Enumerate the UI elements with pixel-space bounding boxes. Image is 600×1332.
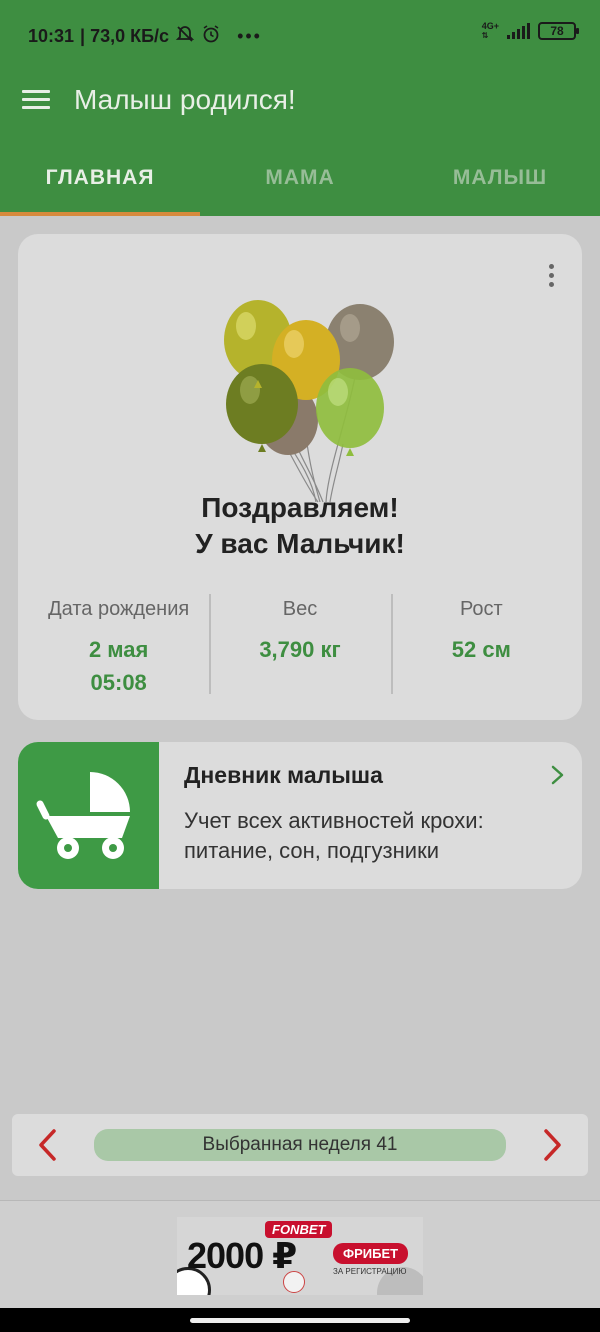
baby-stroller-icon — [36, 772, 130, 859]
network-type-icon: 4G+ ⇅ — [481, 21, 499, 41]
gender-announcement: У вас Мальчик! — [195, 528, 405, 559]
status-network-speed: | 73,0 КБ/с — [80, 26, 170, 46]
home-gesture-handle[interactable] — [190, 1318, 410, 1323]
tab-baby[interactable]: МАЛЫШ — [400, 132, 600, 216]
system-navigation-bar — [0, 1308, 600, 1332]
birth-time-value: 05:08 — [90, 670, 147, 695]
status-bar: 10:31 | 73,0 КБ/с ••• 4G+ ⇅ 78 — [0, 0, 600, 72]
chevron-right-icon[interactable] — [550, 764, 566, 786]
ad-freebet-badge: ФРИБЕТ — [333, 1243, 409, 1264]
diary-description: Учет всех активностей крохи: питание, со… — [184, 808, 484, 863]
baby-diary-card[interactable]: Дневник малыша Учет всех активностей кро… — [18, 742, 582, 889]
network-type-label: 4G+ — [481, 21, 499, 31]
more-options-icon[interactable] — [544, 264, 560, 290]
weight-value: 3,790 кг — [259, 637, 341, 662]
stat-height: Рост 52 см — [390, 594, 572, 696]
selected-week-label: Выбранная неделя 41 — [94, 1129, 506, 1161]
previous-week-arrow-icon[interactable] — [36, 1128, 60, 1162]
diary-title: Дневник малыша — [184, 762, 383, 788]
more-notifications-icon: ••• — [237, 26, 262, 46]
ad-amount: 2000 ₽ — [187, 1235, 297, 1276]
birth-stats: Дата рождения 2 мая 05:08 Вес 3,790 кг Р… — [28, 594, 572, 696]
status-left: 10:31 | 73,0 КБ/с ••• — [28, 24, 262, 49]
notifications-muted-icon — [175, 24, 195, 49]
stat-weight: Вес 3,790 кг — [209, 594, 390, 696]
tab-mom[interactable]: МАМА — [200, 132, 400, 216]
app-title: Малыш родился! — [74, 84, 296, 115]
tab-bar: ГЛАВНАЯ МАМА МАЛЫШ — [0, 132, 600, 216]
balloons-illustration — [224, 300, 394, 503]
congrats-card: Поздравляем! У вас Мальчик! Дата рождени… — [18, 234, 582, 720]
congrats-headline: Поздравляем! — [201, 492, 399, 523]
ad-banner[interactable]: FONBET 2000 ₽ ФРИБЕТ ЗА РЕГИСТРАЦИЮ — [177, 1217, 423, 1295]
status-right: 4G+ ⇅ 78 — [481, 21, 579, 41]
stat-value: 2 мая 05:08 — [28, 633, 209, 699]
battery-level: 78 — [550, 24, 564, 38]
birth-date-value: 2 мая — [88, 637, 149, 662]
stat-label: Дата рождения — [48, 598, 190, 620]
tab-main[interactable]: ГЛАВНАЯ — [0, 132, 200, 216]
ad-area: FONBET 2000 ₽ ФРИБЕТ ЗА РЕГИСТРАЦИЮ — [0, 1200, 600, 1308]
diary-thumbnail — [18, 742, 159, 889]
battery-icon: 78 — [538, 22, 579, 40]
next-week-arrow-icon[interactable] — [540, 1128, 564, 1162]
app-bar: Малыш родился! — [0, 72, 600, 132]
signal-strength-icon — [507, 23, 530, 39]
week-selector: Выбранная неделя 41 — [12, 1114, 588, 1176]
stat-label: Рост — [459, 598, 503, 620]
alarm-icon — [201, 24, 221, 49]
status-time: 10:31 — [28, 26, 75, 46]
ad-subtext: ЗА РЕГИСТРАЦИЮ — [333, 1267, 407, 1276]
stat-birth-date: Дата рождения 2 мая 05:08 — [28, 594, 209, 696]
hamburger-menu-icon[interactable] — [22, 88, 52, 112]
stat-label: Вес — [282, 598, 318, 620]
height-value: 52 см — [451, 637, 511, 662]
